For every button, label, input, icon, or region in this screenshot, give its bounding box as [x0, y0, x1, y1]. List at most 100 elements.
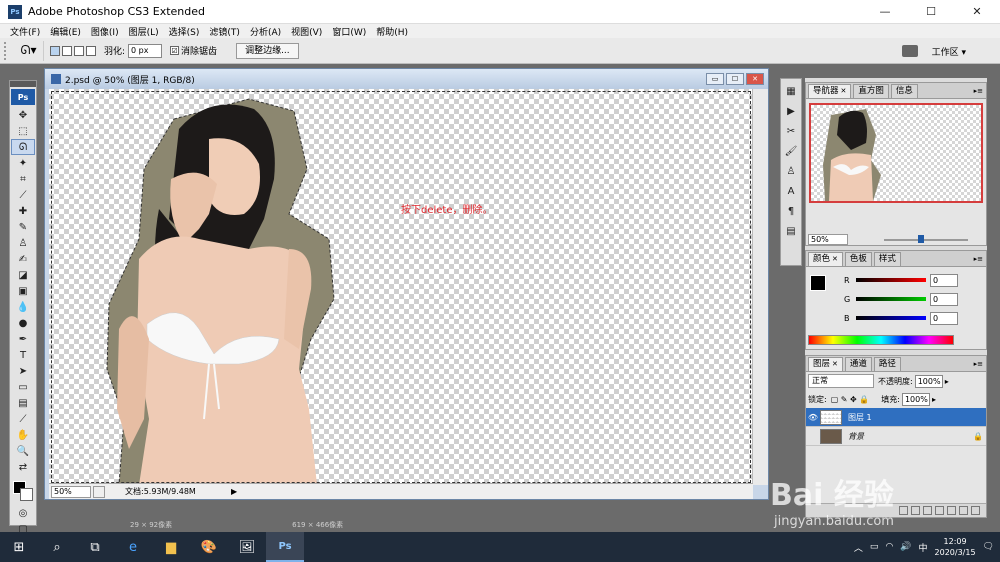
toolbox-header[interactable]	[10, 81, 36, 87]
windows-start-icon[interactable]: ⊞	[0, 532, 38, 562]
menu-analysis[interactable]: 分析(A)	[250, 25, 281, 38]
pen-tool-icon[interactable]: ✒	[11, 331, 35, 347]
tab-styles[interactable]: 样式	[873, 252, 901, 266]
close-button[interactable]: ✕	[954, 0, 1000, 24]
zoom-tool-icon[interactable]: 🔍	[11, 443, 35, 459]
opacity-arrow-icon[interactable]: ▸	[945, 377, 949, 386]
menu-window[interactable]: 窗口(W)	[332, 25, 366, 38]
new-selection-mode-icon[interactable]	[50, 45, 60, 56]
eyedropper-tool-icon[interactable]: ⟋	[11, 411, 35, 427]
channel-r-input[interactable]: 0	[930, 273, 958, 287]
subtract-selection-mode-icon[interactable]	[74, 45, 84, 56]
tab-swatches[interactable]: 色板	[844, 252, 872, 266]
history-brush-tool-icon[interactable]: ✍	[11, 251, 35, 267]
feather-input[interactable]: 0 px	[128, 43, 163, 58]
quick-mask-icon[interactable]: ◎	[11, 505, 35, 521]
menu-image[interactable]: 图像(I)	[91, 25, 119, 38]
eraser-tool-icon[interactable]: ◪	[11, 267, 35, 283]
volume-icon[interactable]: 🔊	[900, 542, 911, 552]
background-color-swatch[interactable]	[20, 488, 33, 501]
magic-wand-tool-icon[interactable]: ✦	[11, 155, 35, 171]
clone-stamp-tool-icon[interactable]: ♙	[11, 235, 35, 251]
brushes-panel-icon[interactable]: 🖌	[782, 143, 800, 159]
document-titlebar[interactable]: 2.psd @ 50% (图层 1, RGB/8) ▭ ☐ ✕	[45, 69, 768, 89]
channel-r-slider[interactable]	[856, 278, 926, 282]
workspace-button[interactable]: 工作区 ▾	[932, 45, 966, 58]
tray-chevron-icon[interactable]: ︿	[854, 541, 863, 554]
clock[interactable]: 12:09 2020/3/15	[935, 536, 976, 558]
fill-arrow-icon[interactable]: ▸	[932, 395, 936, 404]
layer-name[interactable]: 图层 1	[848, 412, 986, 423]
slice-tool-icon[interactable]: ⟋	[11, 187, 35, 203]
search-icon[interactable]: ⌕	[38, 532, 76, 562]
tab-histogram[interactable]: 直方图	[853, 84, 889, 98]
doc-close-button[interactable]: ✕	[746, 73, 764, 85]
eye-icon[interactable]: 👁	[806, 413, 820, 422]
paragraph-panel-icon[interactable]: ¶	[782, 203, 800, 219]
clone-source-icon[interactable]: ♙	[782, 163, 800, 179]
panel-menu-icon[interactable]: ▸≡	[974, 87, 983, 95]
layer-row[interactable]: 背景 🔒	[806, 427, 986, 446]
slider-knob[interactable]	[918, 235, 924, 243]
menu-layer[interactable]: 图层(L)	[129, 25, 159, 38]
panel-menu-icon[interactable]: ▸≡	[974, 360, 983, 368]
task-view-icon[interactable]: ⧉	[76, 532, 114, 562]
zoom-level-field[interactable]: 50%	[51, 485, 91, 498]
close-icon[interactable]: ✕	[832, 255, 838, 263]
channel-g-slider[interactable]	[856, 297, 926, 301]
menu-filter[interactable]: 滤镜(T)	[209, 25, 240, 38]
navigator-zoom-field[interactable]: 50%	[808, 234, 848, 245]
antialias-checkbox[interactable]: ☑	[170, 46, 180, 55]
lasso-tool-icon[interactable]: ᘏ	[11, 139, 35, 155]
path-selection-tool-icon[interactable]: ➤	[11, 363, 35, 379]
doc-minimize-button[interactable]: ▭	[706, 73, 724, 85]
notes-tool-icon[interactable]: ▤	[11, 395, 35, 411]
tab-navigator[interactable]: 导航器 ✕	[808, 84, 852, 98]
panel-menu-icon[interactable]: ▸≡	[974, 255, 983, 263]
photoshop-taskbar-icon[interactable]: Ps	[266, 532, 304, 562]
options-bar-grip[interactable]	[4, 41, 10, 60]
menu-select[interactable]: 选择(S)	[169, 25, 200, 38]
channel-b-slider[interactable]	[856, 316, 926, 320]
layer-comps-icon[interactable]: ▤	[782, 223, 800, 239]
channel-g-input[interactable]: 0	[930, 292, 958, 306]
navigator-thumbnail[interactable]	[809, 103, 983, 203]
tab-layers[interactable]: 图层 ✕	[808, 357, 843, 371]
status-menu-arrow-icon[interactable]: ▶	[231, 487, 239, 496]
history-panel-icon[interactable]: ▦	[782, 83, 800, 99]
brush-tool-icon[interactable]: ✎	[11, 219, 35, 235]
character-panel-icon[interactable]: A	[782, 183, 800, 199]
lasso-tool-preset-icon[interactable]: ᘏ▾	[14, 40, 44, 61]
image-app-icon[interactable]: 🖼	[228, 532, 266, 562]
type-tool-icon[interactable]: T	[11, 347, 35, 363]
network-icon[interactable]: ▭	[870, 542, 879, 552]
intersect-selection-mode-icon[interactable]	[86, 45, 96, 56]
move-tool-icon[interactable]: ✥	[11, 107, 35, 123]
marquee-tool-icon[interactable]: ⬚	[11, 123, 35, 139]
maximize-button[interactable]: ☐	[908, 0, 954, 24]
toolbox-ps-logo[interactable]: Ps	[11, 89, 35, 105]
menu-file[interactable]: 文件(F)	[10, 25, 40, 38]
menu-view[interactable]: 视图(V)	[291, 25, 322, 38]
actions-panel-icon[interactable]: ▶	[782, 103, 800, 119]
dodge-tool-icon[interactable]: ●	[11, 315, 35, 331]
swap-colors-icon[interactable]: ⇄	[11, 459, 35, 475]
doc-maximize-button[interactable]: ☐	[726, 73, 744, 85]
minimize-button[interactable]: —	[862, 0, 908, 24]
document-vertical-scrollbar[interactable]	[752, 89, 768, 485]
layer-row[interactable]: 👁 图层 1	[806, 408, 986, 427]
navigator-zoom-slider[interactable]	[884, 235, 968, 243]
blur-tool-icon[interactable]: 💧	[11, 299, 35, 315]
opacity-input[interactable]: 100%	[914, 374, 943, 388]
color-swatches[interactable]	[11, 479, 35, 505]
color-fg-swatch[interactable]	[810, 275, 826, 291]
channel-b-input[interactable]: 0	[930, 311, 958, 325]
shape-tool-icon[interactable]: ▭	[11, 379, 35, 395]
tool-presets-icon[interactable]: ✂	[782, 123, 800, 139]
paint-app-icon[interactable]: 🎨	[190, 532, 228, 562]
crop-tool-icon[interactable]: ⌗	[11, 171, 35, 187]
add-selection-mode-icon[interactable]	[62, 45, 72, 56]
refine-edge-button[interactable]: 调整边缘...	[236, 42, 299, 59]
file-explorer-icon[interactable]: ▆	[152, 532, 190, 562]
tab-info[interactable]: 信息	[890, 84, 918, 98]
